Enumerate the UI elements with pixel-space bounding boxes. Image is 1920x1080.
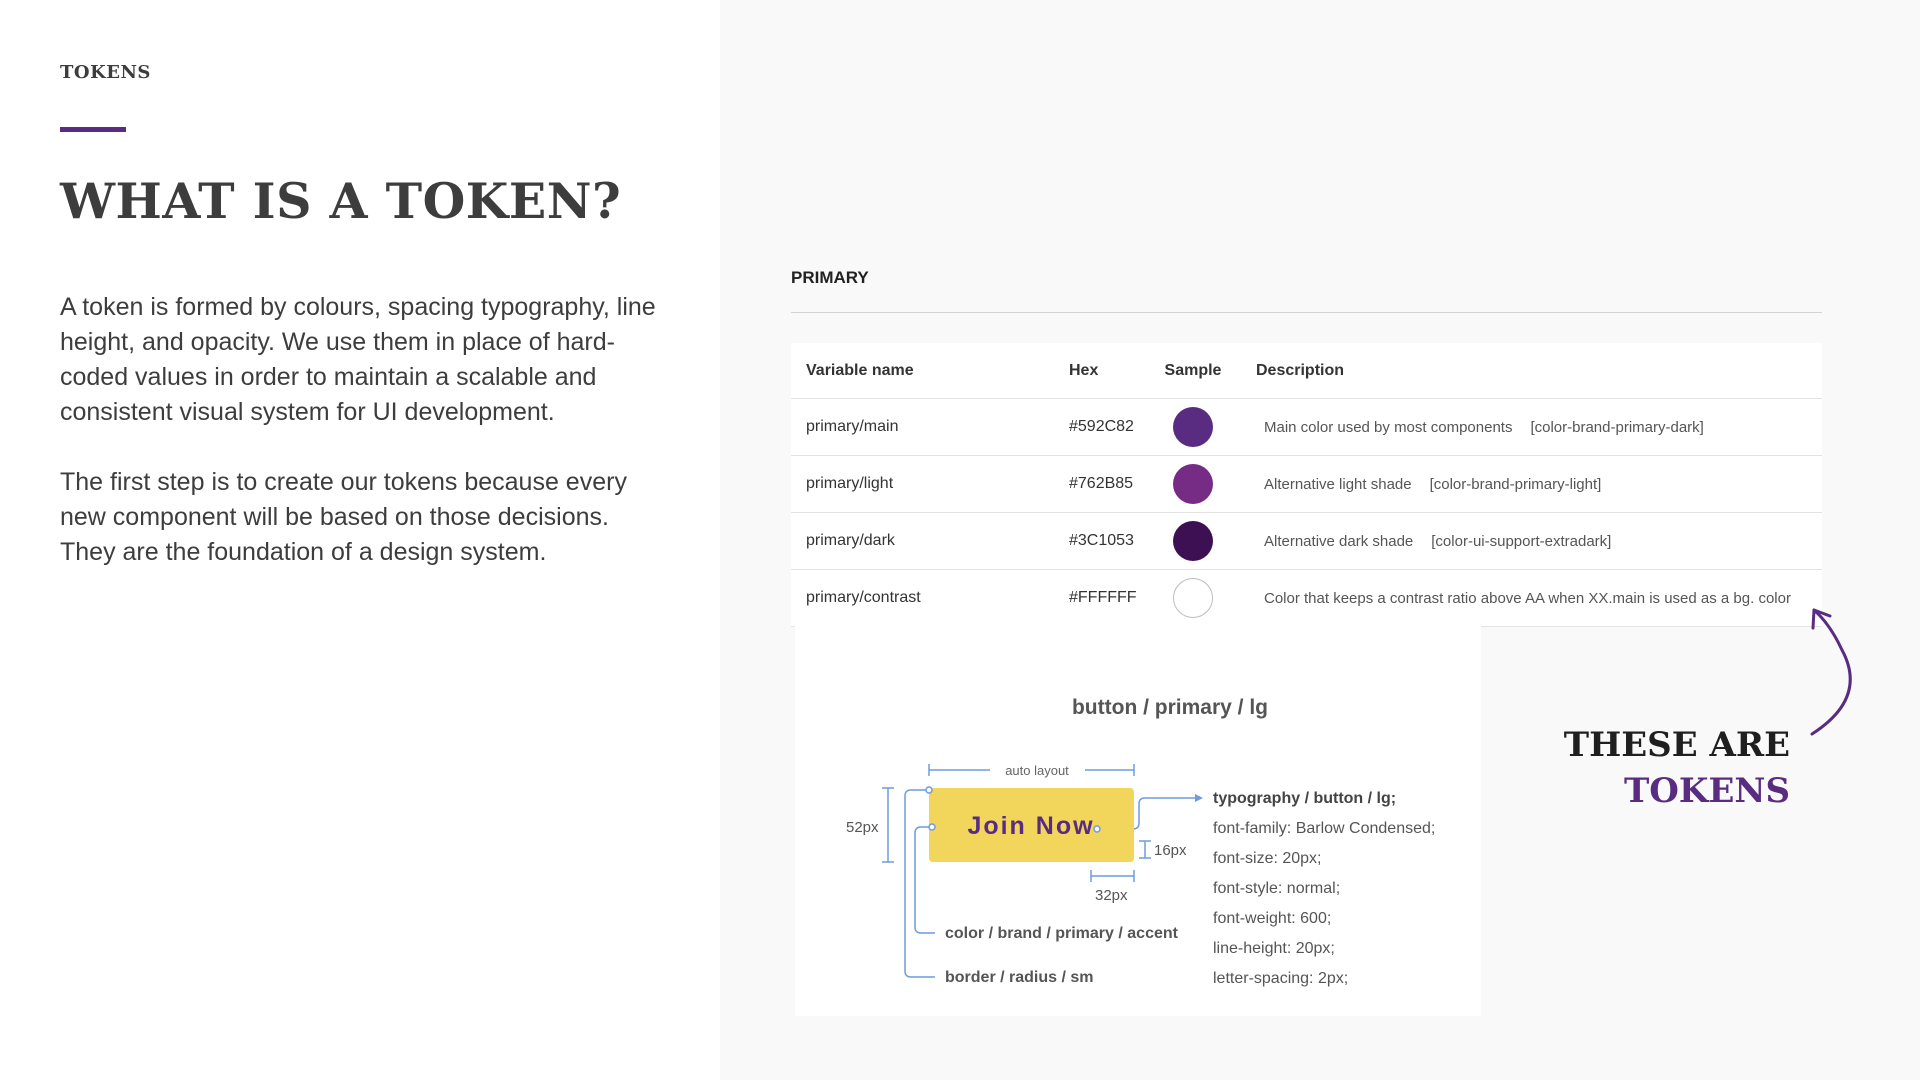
- typography-token-label: typography / button / lg;: [1213, 790, 1396, 807]
- typography-prop: font-weight: 600;: [1213, 910, 1331, 927]
- color-swatch: [1173, 578, 1213, 618]
- callout-line-1: THESE ARE: [1563, 725, 1790, 765]
- intro-text: A token is formed by colours, spacing ty…: [60, 290, 660, 605]
- color-swatch: [1173, 464, 1213, 504]
- accent-bar: [60, 127, 126, 132]
- button-anatomy-card: button / primary / lg auto layout 52px J…: [795, 622, 1481, 1016]
- variable-name: primary/contrast: [806, 589, 921, 606]
- curved-arrow-icon: [1810, 608, 1852, 736]
- description-text: Alternative light shade: [1264, 475, 1412, 493]
- callout-line-2: TOKENS: [1623, 771, 1790, 811]
- height-guide: [882, 787, 894, 863]
- column-header-description: Description: [1256, 361, 1345, 379]
- typography-prop: font-style: normal;: [1213, 880, 1340, 897]
- tokens-callout: THESE ARE TOKENS: [1530, 722, 1790, 814]
- table-row: primary/main #592C82 Main color used by …: [791, 399, 1822, 456]
- description: Main color used by most components [color…: [1264, 399, 1704, 455]
- token-reference: [color-brand-primary-dark]: [1530, 418, 1704, 436]
- intro-paragraph-2: The first step is to create our tokens b…: [60, 468, 627, 566]
- sample-cell: [1163, 570, 1223, 626]
- component-title: button / primary / lg: [1072, 696, 1268, 719]
- variable-name: primary/dark: [806, 532, 895, 549]
- description: Color that keeps a contrast ratio above …: [1264, 570, 1791, 626]
- height-label: 52px: [846, 819, 879, 836]
- page-title: WHAT IS A TOKEN?: [60, 172, 622, 230]
- sample-cell: [1163, 513, 1223, 569]
- color-token-label: color / brand / primary / accent: [945, 925, 1179, 942]
- typography-prop: line-height: 20px;: [1213, 940, 1335, 957]
- description: Alternative light shade [color-brand-prim…: [1264, 456, 1601, 512]
- token-reference: [color-brand-primary-light]: [1429, 475, 1602, 493]
- column-header-sample: Sample: [1164, 361, 1222, 379]
- color-swatch: [1173, 407, 1213, 447]
- token-reference: [color-ui-support-extradark]: [1431, 532, 1612, 550]
- typography-prop: font-size: 20px;: [1213, 850, 1322, 867]
- padding-horizontal-label: 32px: [1095, 887, 1128, 904]
- description-text: Alternative dark shade: [1264, 532, 1414, 550]
- token-table: Variable name Hex Sample Description pri…: [791, 343, 1822, 627]
- section-divider: [791, 312, 1822, 313]
- primary-section-title: PRIMARY: [791, 268, 869, 287]
- hex-value: #592C82: [1069, 418, 1134, 435]
- intro-paragraph-1: A token is formed by colours, spacing ty…: [60, 293, 656, 426]
- table-header-row: Variable name Hex Sample Description: [791, 343, 1822, 399]
- variable-name: primary/light: [806, 475, 894, 492]
- column-header-variable: Variable name: [806, 361, 914, 379]
- table-row: primary/dark #3C1053 Alternative dark sh…: [791, 513, 1822, 570]
- description-text: Main color used by most components: [1264, 418, 1513, 436]
- button-anatomy-diagram: button / primary / lg auto layout 52px J…: [846, 696, 1435, 987]
- hex-value: #762B85: [1069, 475, 1134, 492]
- column-header-hex: Hex: [1069, 361, 1099, 379]
- description: Alternative dark shade [color-ui-support-…: [1264, 513, 1611, 569]
- typography-prop: letter-spacing: 2px;: [1213, 970, 1348, 987]
- padding-vertical-label: 16px: [1154, 842, 1187, 859]
- sample-cell: [1163, 399, 1223, 455]
- border-token-label: border / radius / sm: [945, 969, 1093, 986]
- color-swatch: [1173, 521, 1213, 561]
- arrow-head-icon: [1195, 794, 1203, 802]
- left-panel: TOKENS WHAT IS A TOKEN? A token is forme…: [0, 0, 720, 1080]
- variable-name: primary/main: [806, 418, 899, 435]
- hex-value: #FFFFFF: [1069, 589, 1137, 606]
- table-row: primary/contrast #FFFFFF Color that keep…: [791, 570, 1822, 627]
- sample-cell: [1163, 456, 1223, 512]
- section-eyebrow: TOKENS: [60, 62, 151, 83]
- description-text: Color that keeps a contrast ratio above …: [1264, 589, 1791, 607]
- hex-value: #3C1053: [1069, 532, 1134, 549]
- table-row: primary/light #762B85 Alternative light …: [791, 456, 1822, 513]
- sample-button-label: Join Now: [967, 812, 1094, 840]
- auto-layout-label: auto layout: [1005, 763, 1069, 778]
- typography-prop: font-family: Barlow Condensed;: [1213, 820, 1435, 837]
